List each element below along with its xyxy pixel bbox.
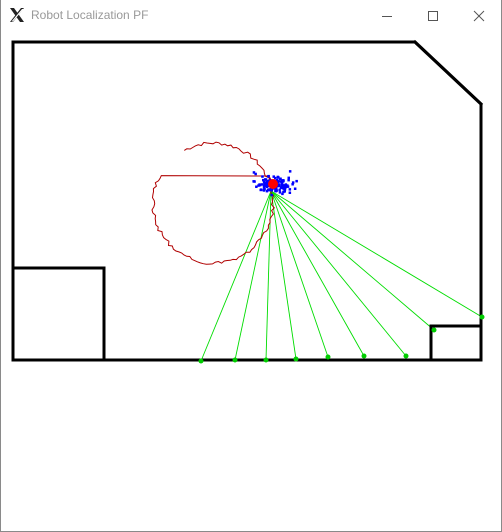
left-room-wall xyxy=(11,266,106,362)
particle xyxy=(265,185,269,189)
laser-hit-point xyxy=(431,327,437,333)
laser-ray xyxy=(270,190,483,318)
particle xyxy=(280,183,284,186)
laser-ray xyxy=(200,190,272,362)
laser-ray xyxy=(270,190,365,357)
particle xyxy=(280,186,283,189)
outer-wall xyxy=(11,40,483,362)
particle xyxy=(291,183,294,186)
laser-ray xyxy=(270,190,329,358)
laser-hit-points xyxy=(198,314,485,364)
particle xyxy=(288,191,292,194)
particle xyxy=(274,189,278,193)
robot-estimate xyxy=(268,179,278,189)
laser-hit-point xyxy=(232,357,238,363)
laser-hit-point xyxy=(325,354,331,360)
laser-hit-point xyxy=(198,358,204,364)
particle xyxy=(287,176,290,180)
laser-hit-point xyxy=(479,314,485,320)
laser-ray xyxy=(234,190,272,361)
particle xyxy=(267,188,270,191)
particle xyxy=(255,185,258,188)
particle xyxy=(272,175,275,178)
particle xyxy=(281,179,284,183)
close-icon xyxy=(473,10,485,21)
particle xyxy=(260,183,264,186)
title-bar[interactable]: Robot Localization PF xyxy=(1,0,501,31)
x11-icon xyxy=(10,8,24,22)
particle xyxy=(276,175,280,179)
laser-hit-point xyxy=(263,357,269,363)
trajectory-path xyxy=(151,141,275,265)
laser-ray xyxy=(265,190,272,361)
laser-hit-point xyxy=(293,356,299,362)
particle xyxy=(288,170,292,173)
particle xyxy=(260,188,263,191)
particle xyxy=(288,188,292,191)
particle xyxy=(295,179,298,183)
particle xyxy=(264,178,267,181)
minimize-icon xyxy=(382,15,392,17)
particle xyxy=(287,178,290,182)
right-nook-wall xyxy=(429,324,483,362)
laser-hit-point xyxy=(361,353,367,359)
top-right-chamfer-wall xyxy=(412,39,484,107)
map-walls xyxy=(11,39,484,362)
minimize-button[interactable] xyxy=(364,0,410,31)
particle xyxy=(283,187,287,190)
particle xyxy=(265,182,268,185)
simulation-canvas xyxy=(11,39,485,364)
particle xyxy=(283,190,286,193)
particle xyxy=(278,191,282,194)
particle xyxy=(293,187,297,190)
particle xyxy=(267,174,270,178)
laser-hit-point xyxy=(403,353,409,359)
particle xyxy=(262,189,266,192)
close-button[interactable] xyxy=(456,0,502,31)
particle xyxy=(279,177,282,180)
laser-ray xyxy=(270,190,435,331)
particle xyxy=(278,188,281,192)
particle xyxy=(254,172,257,176)
particle xyxy=(270,193,273,197)
laser-ray xyxy=(270,190,407,357)
particle xyxy=(261,175,264,178)
app-window: Robot Localization PF xyxy=(0,0,502,532)
laser-rays xyxy=(200,190,483,362)
maximize-icon xyxy=(428,10,438,21)
particle xyxy=(253,180,256,183)
laser-ray xyxy=(270,190,297,360)
maximize-button[interactable] xyxy=(410,0,456,31)
window-title: Robot Localization PF xyxy=(31,8,149,22)
particle xyxy=(281,192,284,196)
